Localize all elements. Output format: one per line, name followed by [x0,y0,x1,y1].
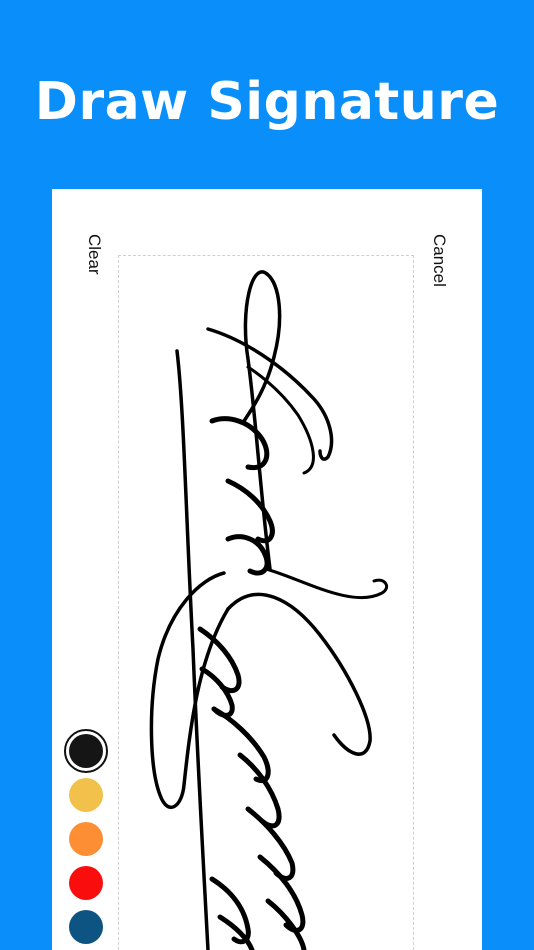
color-swatch-black[interactable] [64,729,108,773]
page-title: Draw Signature [34,72,500,132]
clear-button[interactable]: Clear [84,234,104,275]
signature-pad-screen: Clear Cancel [52,189,482,950]
color-swatch-yellow[interactable] [69,778,103,812]
color-swatch-navy[interactable] [69,910,103,944]
signature-canvas[interactable] [118,255,414,950]
color-swatch-red[interactable] [69,866,103,900]
cancel-button[interactable]: Cancel [429,234,449,287]
color-swatch-orange[interactable] [69,822,103,856]
